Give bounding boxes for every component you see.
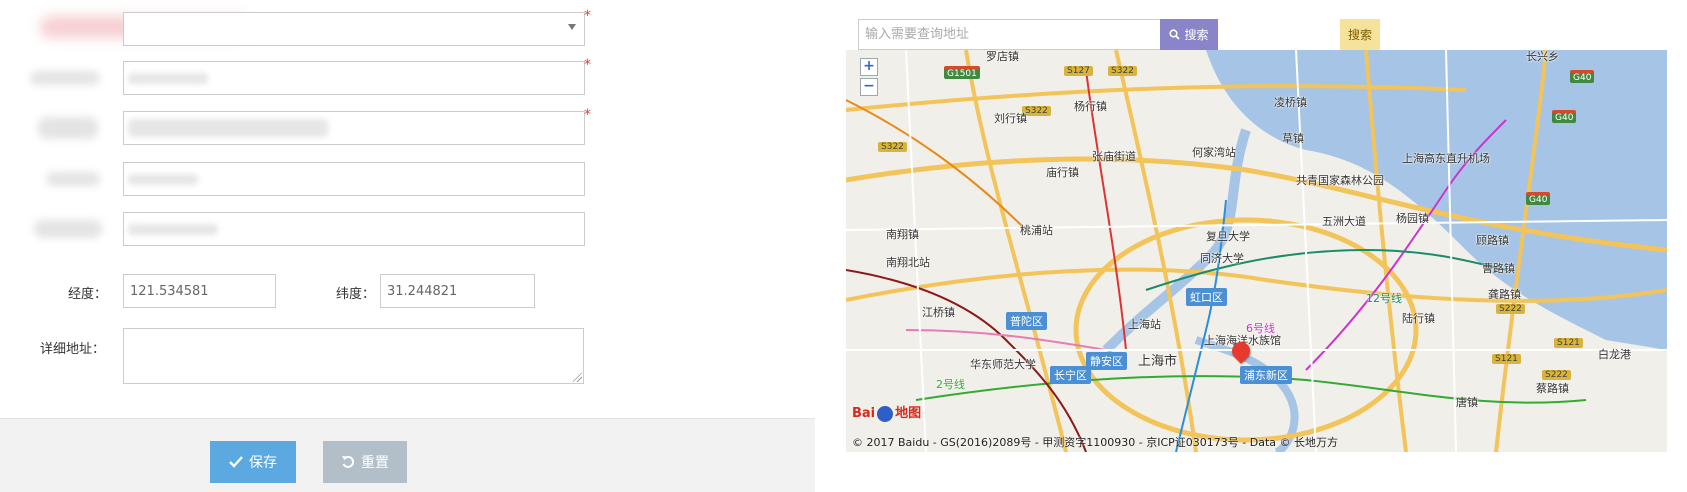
highway-shield: S322 [1108,66,1137,76]
place-label: 草镇 [1282,132,1304,145]
save-button-label: 保存 [249,455,277,471]
place-label: 上海市 [1138,354,1178,369]
highway-shield: S222 [1496,304,1525,314]
metro-line-label: 2号线 [936,378,965,391]
map-copyright: © 2017 Baidu - GS(2016)2089号 - 甲测资字11009… [852,436,1339,449]
save-button[interactable]: 保存 [210,441,296,483]
metro-line-label: 12号线 [1366,292,1402,305]
text-field-2[interactable] [123,61,585,95]
obscured-label [30,71,100,85]
map-search-input[interactable] [858,19,1161,50]
place-label: 共青国家森林公园 [1296,174,1384,187]
highway-shield: G40 [1570,70,1595,83]
zoom-in-button[interactable]: + [860,58,878,76]
obscured-value [128,119,328,137]
form-row-1: * [0,8,600,46]
address-label: 详细地址： [40,342,106,357]
place-label: 蔡路镇 [1536,382,1569,395]
latitude-input[interactable] [380,274,535,308]
reset-button[interactable]: 重置 [323,441,407,483]
form-footer: 保存 重置 [0,418,815,492]
place-label: 华东师范大学 [970,358,1036,371]
place-label: 上海站 [1128,318,1161,331]
highway-shield: S222 [1542,370,1571,380]
latitude-label: 纬度： [336,287,376,302]
form-row-4 [0,162,600,196]
map-search-button[interactable]: 搜索 [1160,19,1218,50]
obscured-label [38,117,98,139]
place-label: 罗店镇 [986,50,1019,63]
district-label: 静安区 [1086,352,1127,370]
place-label: 同济大学 [1200,252,1244,265]
baidu-paw-icon [877,405,894,422]
check-icon [229,456,243,468]
place-label: 桃浦站 [1020,224,1053,237]
highway-shield: S121 [1554,338,1583,348]
obscured-label [34,220,102,238]
obscured-value [128,73,208,84]
required-mark: * [584,57,591,73]
form-row-2: * [0,57,600,95]
place-label: 长兴乡 [1526,50,1559,63]
place-label: 陆行镇 [1402,312,1435,325]
baidu-map[interactable]: + − G1501 S127 S322 S322 S322 G40 G40 G4… [846,50,1667,452]
text-field-4[interactable] [123,162,585,196]
place-label: 龚路镇 [1488,288,1521,301]
required-mark: * [584,107,591,123]
text-field-3[interactable] [123,111,585,145]
highway-shield: G40 [1526,192,1551,205]
district-label: 普陀区 [1006,312,1047,330]
undo-icon [342,455,355,468]
place-label: 曹路镇 [1482,262,1515,275]
search-icon [1169,29,1181,40]
reset-button-label: 重置 [361,455,389,471]
resize-handle-icon[interactable] [573,373,582,382]
place-label: 庙行镇 [1046,166,1079,179]
metro-line-label: 6号线 [1246,322,1275,335]
highway-shield: S322 [878,142,907,152]
place-label: 顾路镇 [1476,234,1509,247]
search-button-secondary[interactable]: 搜索 [1340,19,1380,50]
baidu-map-logo: Bai 地图 [852,405,922,422]
place-label: 五洲大道 [1322,215,1366,228]
form-row-5 [0,212,600,246]
place-label: 杨行镇 [1074,100,1107,113]
required-mark: * [584,8,591,24]
zoom-out-button[interactable]: − [860,78,878,96]
form-row-3: * [0,107,600,145]
place-label: 复旦大学 [1206,230,1250,243]
longitude-label: 经度： [68,287,108,302]
place-label: 江桥镇 [922,306,955,319]
place-label: 南翔镇 [886,228,919,241]
district-label: 长宁区 [1050,366,1091,384]
obscured-value [128,174,198,185]
map-search-button-label: 搜索 [1184,28,1209,42]
district-label: 虹口区 [1186,288,1227,306]
place-label: 白龙港 [1598,348,1631,361]
category-select[interactable] [123,12,585,46]
place-label: 唐镇 [1456,396,1478,409]
place-label: 张庙街道 [1092,150,1136,163]
place-label: 杨园镇 [1396,212,1429,225]
place-label: 上海高东直升机场 [1402,152,1490,165]
highway-shield: G1501 [944,66,980,79]
address-textarea[interactable] [123,328,584,384]
location-form: * * * 经度： 纬度： 详细地址： [0,0,815,492]
place-label: 刘行镇 [994,112,1027,125]
highway-shield: S121 [1492,354,1521,364]
place-label: 南翔北站 [886,256,930,269]
district-label: 浦东新区 [1240,366,1292,384]
obscured-label [46,172,100,186]
place-label: 凌桥镇 [1274,96,1307,109]
place-label: 何家湾站 [1192,146,1236,159]
obscured-value [128,224,218,235]
longitude-input[interactable] [123,274,276,308]
chevron-down-icon [568,24,576,30]
highway-shield: S127 [1064,66,1093,76]
highway-shield: G40 [1552,110,1577,123]
text-field-5[interactable] [123,212,585,246]
